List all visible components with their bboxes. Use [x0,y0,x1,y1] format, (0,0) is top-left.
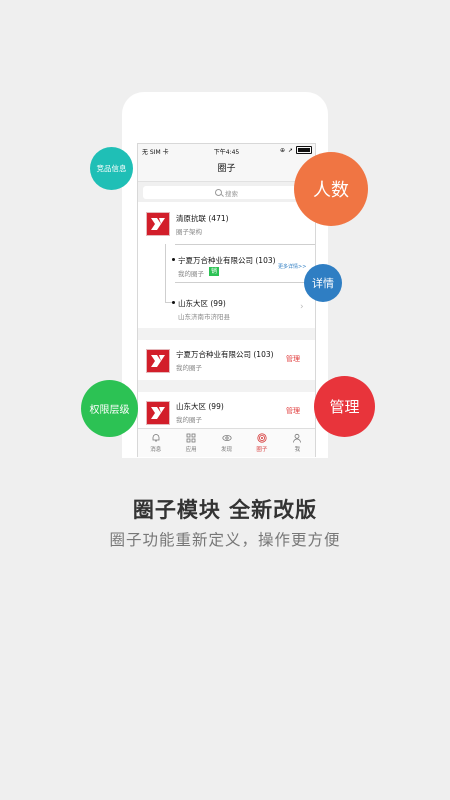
divider [175,244,315,245]
search-input[interactable]: 搜索 [143,186,310,199]
tab-label: 我 [294,447,301,453]
tab-label: 应用 [185,447,197,453]
nav-title: 圈子 [138,157,315,182]
circle-tree-card[interactable]: 清原抗联 (471) 圈子架构 宁夏万合种业有限公司 (103) 我的圈子 销 … [138,202,315,328]
root-circle-name: 清原抗联 (471) [176,214,229,223]
status-bar: 无 SIM 卡 下午4:45 ⊕ ➚ [138,144,315,157]
location-icon: ⊕ [279,146,285,154]
root-circle-sub: 圈子架构 [176,228,202,236]
child-circle-name[interactable]: 宁夏万合种业有限公司 (103) [178,255,276,266]
chevron-right-icon[interactable]: › [300,302,304,312]
manage-button[interactable]: 管理 [286,406,300,416]
list-item-name: 宁夏万合种业有限公司 (103) [176,350,274,359]
circle-target-icon [257,433,267,443]
tab-me[interactable]: 我 [280,429,315,457]
phone-screen: 无 SIM 卡 下午4:45 ⊕ ➚ 圈子 搜索 清原抗联 (471) 圈子架构… [137,143,316,457]
child-circle-sub: 我的圈子 [178,270,204,278]
tree-node-dot [172,258,175,261]
arrow-icon: ➚ [287,146,293,154]
child-circle-name[interactable]: 山东大区 (99) [178,298,226,309]
tab-circle[interactable]: 圈子 [244,429,279,457]
tab-apps[interactable]: 应用 [173,429,208,457]
list-item-sub: 我的圈子 [176,416,202,424]
permission-level-bubble: 权限层级 [81,380,138,437]
company-logo [146,349,170,373]
bell-icon [152,434,160,442]
list-item-sub: 我的圈子 [176,364,202,372]
headline: 圈子模块 全新改版 [132,498,318,522]
manage-bubble: 管理 [314,376,375,437]
search-icon [215,189,222,196]
search-bar: 搜索 [138,182,315,202]
details-bubble: 详情 [304,264,342,302]
competitor-info-bubble: 竞品信息 [90,147,133,190]
logo-mark-icon [151,218,165,230]
company-logo [146,212,170,236]
tab-label: 消息 [150,447,162,453]
headcount-bubble: 人数 [294,152,368,226]
tab-messages[interactable]: 消息 [138,429,173,457]
eye-icon [221,435,232,441]
logo-mark-icon [151,407,165,419]
tab-label: 圈子 [256,447,268,453]
list-item[interactable]: 山东大区 (99) 我的圈子 管理 [138,392,315,432]
logo-mark-icon [151,355,165,367]
sales-badge: 销 [209,267,219,276]
tree-connector [165,244,166,302]
list-item[interactable]: 宁夏万合种业有限公司 (103) 我的圈子 管理 [138,340,315,380]
battery-icon [296,146,312,154]
status-indicators: ⊕ ➚ [280,146,312,154]
manage-button[interactable]: 管理 [286,354,300,364]
list-item-name: 山东大区 (99) [176,402,224,411]
tab-discover[interactable]: 发现 [209,429,244,457]
search-placeholder: 搜索 [225,189,238,198]
company-logo [146,401,170,425]
tree-node-dot [172,301,175,304]
more-details-link[interactable]: 更多详情>> [278,263,306,270]
divider [175,282,315,283]
child-circle-sub: 山东济南市济阳县 [178,313,230,321]
subline: 圈子功能重新定义，操作更方便 [109,531,341,549]
tab-bar: 消息 应用 发现 圈子 我 [138,428,315,457]
person-icon [293,433,302,443]
tab-label: 发现 [221,447,233,453]
apps-grid-icon [186,433,196,443]
